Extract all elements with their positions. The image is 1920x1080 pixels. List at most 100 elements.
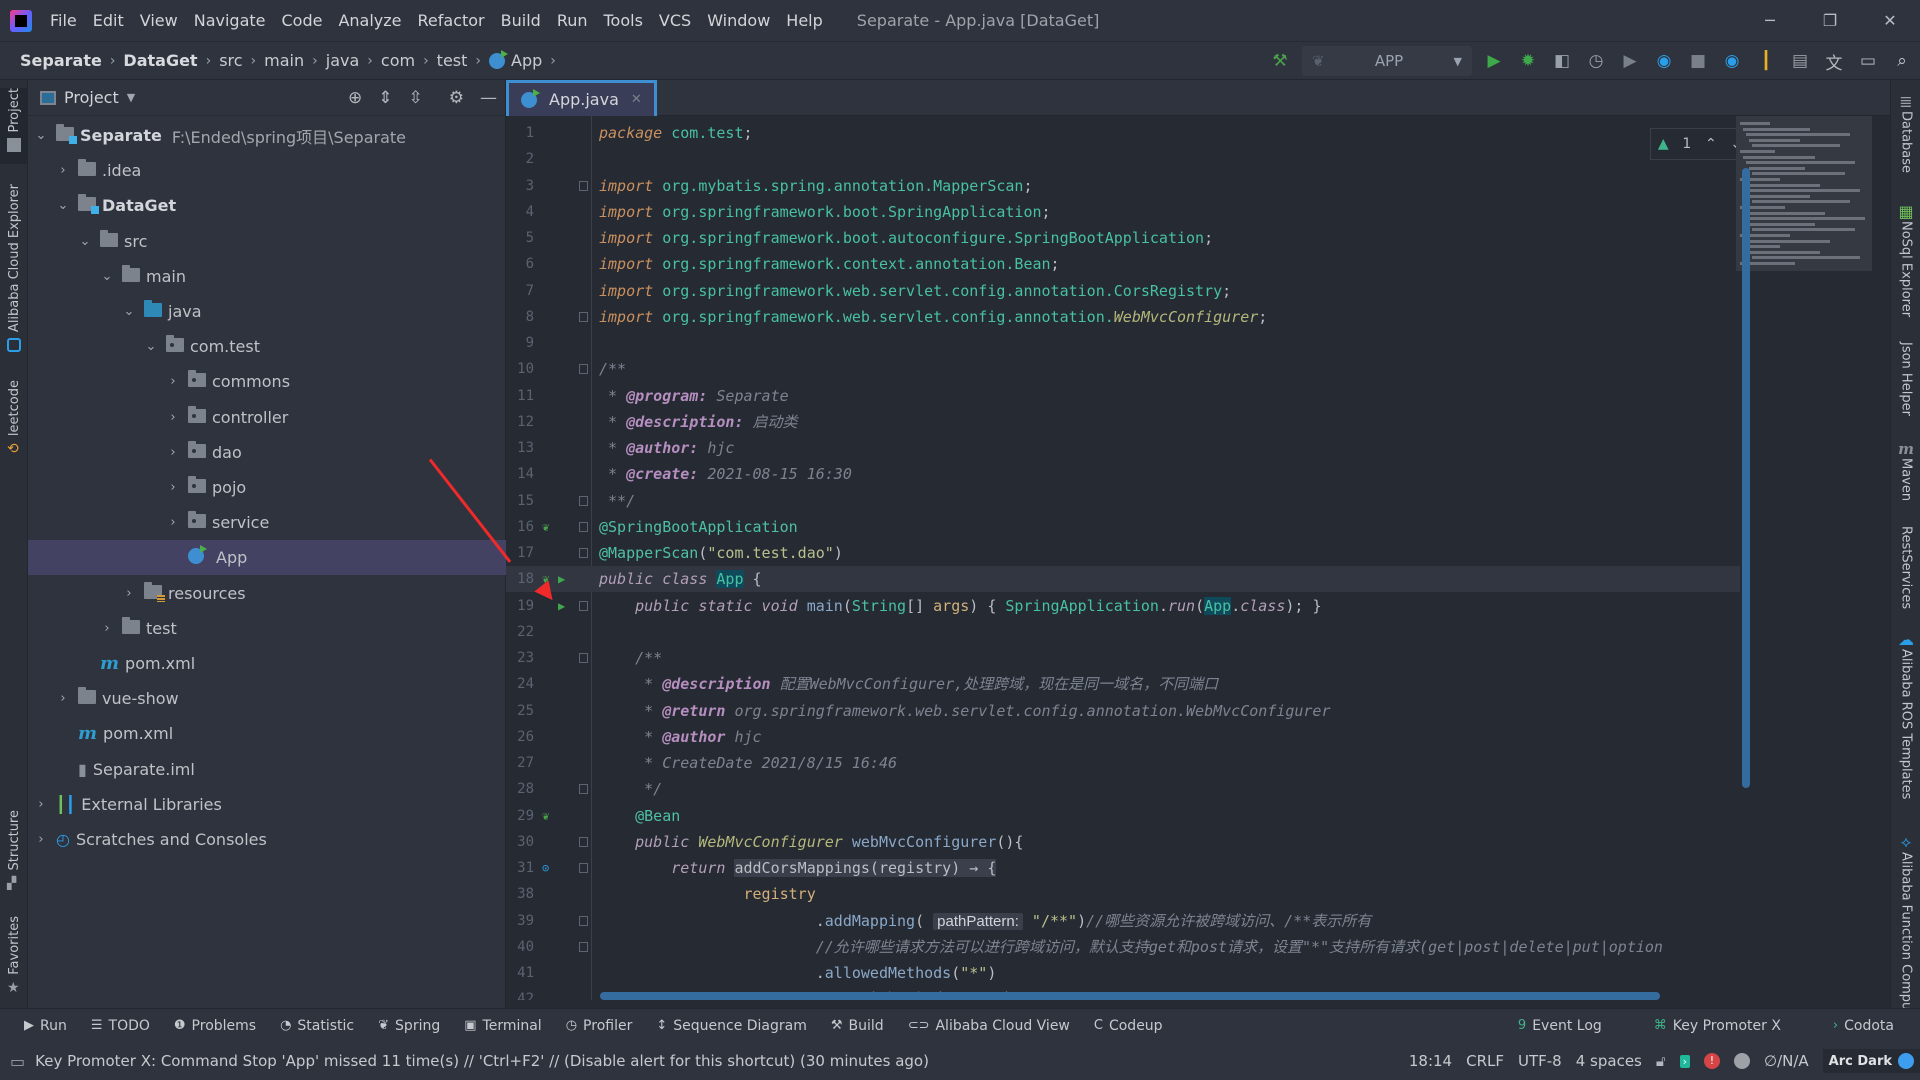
menu-view[interactable]: View [132,11,186,30]
dashboard-icon[interactable]: ◉ [1652,49,1676,73]
tool-tab-alibaba-cloud-explorer[interactable]: Alibaba Cloud Explorer [0,184,28,353]
codota-status-icon[interactable]: › [1679,1054,1691,1068]
expand-all-icon[interactable]: ⇕ [378,88,392,108]
line-number[interactable]: 18 [506,566,534,592]
line-number[interactable]: 28 [506,776,534,802]
tool-tab-project[interactable]: Project [0,88,28,164]
code-line[interactable]: 6 import org.springframework.context.anno… [506,251,1740,277]
coverage-icon[interactable]: ◧ [1550,49,1574,73]
code-text[interactable]: .allowedMethods("*") [599,960,997,986]
resume-icon[interactable]: ▶ [1618,49,1642,73]
code-text[interactable]: * @create: 2021-08-15 16:30 [599,461,852,487]
file-encoding[interactable]: UTF-8 [1518,1052,1562,1070]
line-number[interactable]: 2 [506,146,534,172]
tree-item[interactable]: ⌄ Separate F:\Ended\spring项目\Separate [28,118,506,153]
code-text[interactable]: /** [599,645,662,671]
code-line[interactable]: 40 //允许哪些请求方法可以进行跨域访问，默认支持get和post请求，设置"… [506,934,1740,960]
tree-item[interactable]: ⌄ com.test [28,329,506,364]
code-line[interactable]: 41 .allowedMethods("*") [506,960,1740,986]
spring-bean-gutter-icon[interactable]: ❦ [542,803,549,829]
profile-icon[interactable]: ◷ [1584,49,1608,73]
fold-marker-icon[interactable] [579,941,588,952]
line-number[interactable]: 7 [506,278,534,304]
tree-item[interactable]: › controller [28,400,506,435]
code-line[interactable]: 1 package com.test; [506,120,1740,146]
fold-marker-icon[interactable] [579,548,588,558]
minimize-button[interactable]: ─ [1740,0,1800,42]
menu-analyze[interactable]: Analyze [330,11,409,30]
breadcrumb-item[interactable]: src [219,51,242,70]
menu-code[interactable]: Code [274,11,331,30]
tree-item[interactable]: › pojo [28,470,506,505]
code-line[interactable]: 7 import org.springframework.web.servlet.… [506,278,1740,304]
gear-icon[interactable]: ⚙ [449,88,464,108]
menu-run[interactable]: Run [549,11,596,30]
tool-icon[interactable]: ◉ [1720,49,1744,73]
chevron-down-icon[interactable]: ▼ [127,91,135,104]
debug-icon[interactable]: ✹ [1516,49,1540,73]
horizontal-scrollbar[interactable] [600,992,1660,1000]
close-tab-icon[interactable]: ✕ [631,92,642,107]
line-number[interactable]: 11 [506,383,534,409]
fold-marker-icon[interactable] [579,364,588,375]
code-line[interactable]: 12 * @description: 启动类 [506,409,1740,435]
code-text[interactable]: * @description 配置WebMvcConfigurer,处理跨域，现… [599,671,1218,697]
menu-build[interactable]: Build [493,11,549,30]
breadcrumb-item[interactable]: test [437,51,468,70]
fold-marker-icon[interactable] [579,180,588,191]
override-gutter-icon[interactable]: ⊙ [542,855,549,881]
code-line[interactable]: 4 import org.springframework.boot.SpringA… [506,199,1740,225]
chevron-down-icon[interactable]: ⌄ [122,304,136,319]
code-line[interactable]: 14 * @create: 2021-08-15 16:30 [506,461,1740,487]
code-text[interactable]: * @return org.springframework.web.servle… [599,698,1330,724]
tree-item[interactable]: › service [28,505,506,540]
code-text[interactable]: @Bean [599,803,680,829]
code-text[interactable]: //允许哪些请求方法可以进行跨域访问，默认支持get和post请求，设置"*"支… [599,934,1663,960]
code-line[interactable]: 23 /** [506,645,1740,671]
code-text[interactable]: /** [599,356,626,382]
code-line[interactable]: 5 import org.springframework.boot.autocon… [506,225,1740,251]
line-number[interactable]: 42 [506,986,534,1000]
locate-file-icon[interactable]: ⊕ [348,88,362,108]
code-text[interactable]: import org.springframework.web.servlet.c… [599,304,1267,330]
build-hammer-icon[interactable]: ⚒ [1268,49,1292,73]
tree-item[interactable]: App [28,540,506,576]
toggle-tool-windows-icon[interactable]: ▭ [10,1052,25,1071]
run-icon[interactable]: ▶ [1482,49,1506,73]
chevron-right-icon[interactable]: › [166,374,180,389]
code-line[interactable]: 27 * CreateDate 2021/8/15 16:46 [506,750,1740,776]
tool-tab-nosql-explorer[interactable]: ▦ NoSql Explorer [1891,202,1920,317]
code-text[interactable]: @MapperScan("com.test.dao") [599,540,843,566]
tool-window-build[interactable]: ⚒ Build [831,1018,884,1034]
menu-window[interactable]: Window [699,11,778,30]
breadcrumb-item[interactable]: DataGet [123,51,197,70]
tool-window-key-promoter-x[interactable]: ⌘ Key Promoter X [1654,1018,1781,1034]
line-number[interactable]: 22 [506,619,534,645]
fold-marker-icon[interactable] [579,863,588,873]
tool-window-event-log[interactable]: 9 Event Log [1518,1018,1602,1034]
code-text[interactable]: * @description: 启动类 [599,409,798,435]
line-number[interactable]: 3 [506,173,534,199]
fold-marker-icon[interactable] [579,600,588,611]
line-number[interactable]: 12 [506,409,534,435]
code-text[interactable]: * CreateDate 2021/8/15 16:46 [599,750,897,776]
tool-tab-json-helper[interactable]: Json Helper [1891,342,1920,416]
line-number[interactable]: 10 [506,356,534,382]
chevron-right-icon[interactable]: › [56,163,70,178]
code-text[interactable]: * @author hjc [599,724,761,750]
code-line[interactable]: 26 * @author hjc [506,724,1740,750]
code-line[interactable]: 9 [506,330,1740,356]
code-text[interactable]: * @program: Separate [599,383,789,409]
line-number[interactable]: 5 [506,225,534,251]
line-number[interactable]: 38 [506,881,534,907]
tree-item[interactable]: ⌄ java [28,294,506,329]
code-line[interactable]: 2 [506,146,1740,172]
code-line[interactable]: 16 ❦ @SpringBootApplication [506,514,1740,540]
code-line[interactable]: 39 .addMapping( pathPattern: "/**")//哪些资… [506,908,1740,934]
chevron-down-icon[interactable]: ⌄ [100,269,114,284]
code-area[interactable]: 1 package com.test; 2 3 import org.mybatis.s… [506,116,1890,1000]
breadcrumb-item[interactable]: Separate [20,51,102,70]
code-line[interactable]: 10 /** [506,356,1740,382]
tool-window-codeup[interactable]: C Codeup [1094,1018,1163,1034]
stop-icon[interactable]: ■ [1686,49,1710,73]
